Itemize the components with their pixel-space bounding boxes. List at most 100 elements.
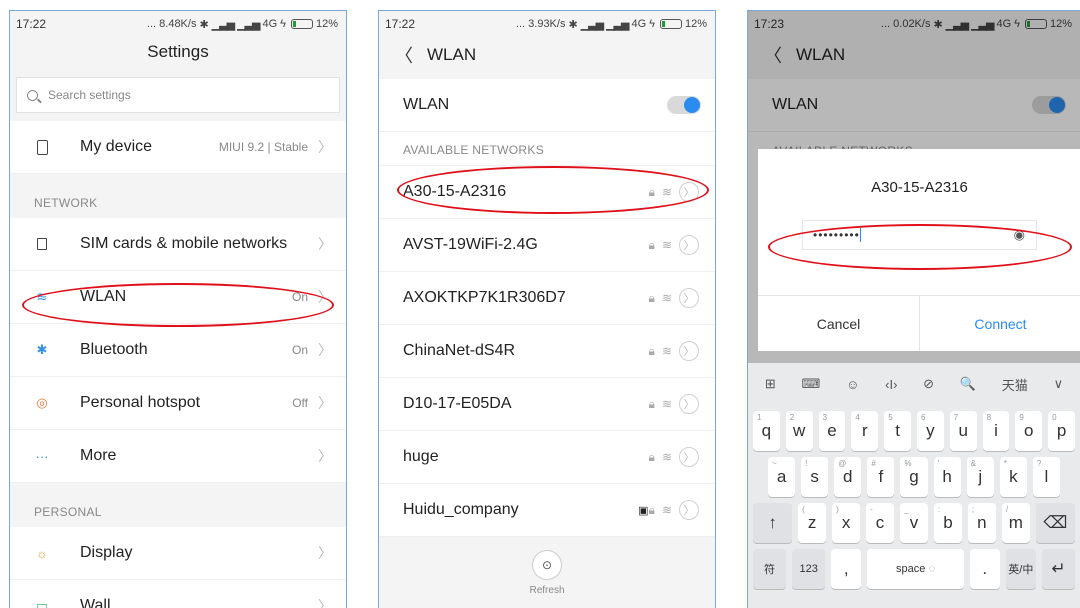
key-n[interactable]: ; n [967,503,996,543]
key-p[interactable]: 0p [1048,411,1075,451]
network-details-icon[interactable]: 〉 [679,288,699,308]
shift-key[interactable]: ↑ [753,503,793,543]
key-j[interactable]: & j [966,457,994,497]
network-name: ChinaNet-dS4R [403,342,516,359]
key-hint: _ [904,505,909,514]
network-item[interactable]: D10-17-E05DA 🔒︎ ≋ 〉 [379,378,715,431]
keyboard-toolbar-icon[interactable]: ⊘ [923,376,934,392]
network-list: A30-15-A2316 🔒︎ ≋ 〉 AVST-19WiFi-2.4G 🔒︎ ≋ 〉 AXOK… [379,166,715,537]
enter-key[interactable]: ↵ [1041,549,1075,589]
search-input[interactable]: Search settings [16,77,340,113]
network-item[interactable]: A30-15-A2316 🔒︎ ≋ 〉 [379,166,715,219]
network-item[interactable]: AXOKTKP7K1R306D7 🔒︎ ≋ 〉 [379,272,715,325]
backspace-key[interactable]: ⌫ [1035,503,1075,543]
keyboard-toolbar-icon[interactable]: ⌨ [802,376,821,392]
network-name: AVST-19WiFi-2.4G [403,236,538,253]
key-o[interactable]: 9o [1015,411,1043,451]
back-icon[interactable]: 〈 [395,42,413,68]
key-h[interactable]: ' h [933,457,961,497]
keyboard-toolbar-icon[interactable]: 天猫 [1002,375,1028,394]
numbers-key[interactable]: 123 [792,549,826,589]
cancel-button[interactable]: Cancel [758,296,920,351]
network-item[interactable]: Huidu_company ▣ 🔒︎ ≋ 〉 [379,484,715,537]
keyboard-toolbar-icon[interactable]: 🔍 [960,376,976,392]
key-hint: ! [805,459,808,468]
network-details-icon[interactable]: 〉 [679,394,699,414]
key-z[interactable]: (z [798,503,827,543]
bluetooth-icon: ✱ [36,342,48,357]
charging-icon: ϟ [649,18,655,30]
status-time: 17:22 [16,17,47,31]
network-name: Huidu_company [403,501,519,518]
key-c[interactable]: -c [866,503,894,543]
network-type: 4G [631,18,647,30]
chevron-right-icon: 〉 [318,598,332,608]
key-t[interactable]: 5t [884,411,911,451]
key-x[interactable]: ) x [832,503,861,543]
keyboard-toolbar-icon[interactable]: ∨ [1054,376,1064,392]
settings-item-hotspot[interactable]: ◎ Personal hotspot Off 〉 [10,377,346,430]
key-l[interactable]: ? l [1032,457,1060,497]
network-details-icon[interactable]: 〉 [679,500,699,520]
key-v[interactable]: _ v [900,503,928,543]
password-field[interactable]: ••••••••• ◉ [802,220,1037,250]
network-details-icon[interactable]: 〉 [679,447,699,467]
key-y[interactable]: 6y [916,411,944,451]
settings-item-more[interactable]: ··· More 〉 [10,430,346,483]
chevron-right-icon: 〉 [318,448,332,464]
key-b[interactable]: :b [933,503,962,543]
settings-item-wlan[interactable]: ≋ WLAN On 〉 [10,271,346,324]
settings-item-wallpaper[interactable]: ▭ Wall... 〉 [10,580,346,608]
key-q[interactable]: 1q [753,411,780,451]
wlan-screen: 17:22 ... 3.93K/s ✱ ▁▃▅ ▁▃▅ 4G ϟ 12% 〈 W… [378,10,716,608]
connect-button[interactable]: Connect [920,296,1080,351]
settings-item-sim[interactable]: SIM cards & mobile networks 〉 [10,218,346,271]
network-details-icon[interactable]: 〉 [679,341,699,361]
wallpaper-icon: ▭ [35,598,49,608]
refresh-button[interactable]: ⊙ Refresh [379,538,715,608]
key-u[interactable]: 7u [949,411,977,451]
key-d[interactable]: @ d [834,457,862,497]
keyboard-toolbar-icon[interactable]: ☺ [846,377,859,392]
keyboard-toolbar-icon[interactable]: ‹I› [885,377,897,392]
charging-icon: ϟ [280,18,286,30]
key-m[interactable]: / m [1001,503,1030,543]
key-s[interactable]: ! s [801,457,829,497]
show-password-eye-icon[interactable]: ◉ [1014,227,1026,243]
key-i[interactable]: 8i [982,411,1010,451]
key-hint: : [937,505,941,514]
lock-icon: 🔒︎ [648,184,655,199]
network-item[interactable]: AVST-19WiFi-2.4G 🔒︎ ≋ 〉 [379,219,715,272]
page-title: WLAN [427,45,477,64]
dialog-title: A30-15-A2316 [871,179,968,196]
space-key[interactable]: space ◌ [867,549,964,589]
key-hint: # [871,459,876,468]
settings-item-display[interactable]: ☼ Display 〉 [10,527,346,580]
chevron-right-icon: 〉 [318,139,332,155]
symbol-key[interactable]: 符 [753,549,787,589]
key-hint: 3 [822,413,828,422]
period-key[interactable]: . [969,549,1000,589]
settings-item-my-device[interactable]: My device MIUI 9.2 | Stable 〉 [10,121,346,174]
wlan-toggle-row[interactable]: WLAN [379,79,715,132]
comma-key[interactable]: , [831,549,862,589]
network-details-icon[interactable]: 〉 [679,235,699,255]
key-e[interactable]: 3e [818,411,846,451]
language-switch-key[interactable]: 英/中 [1005,549,1036,589]
key-hint: * [1003,459,1007,468]
network-item[interactable]: huge 🔒︎ ≋ 〉 [379,431,715,484]
network-details-icon[interactable]: 〉 [679,182,699,202]
wifi-signal-icon: ≋ [661,397,672,411]
wifi-icon: ≋ [36,289,48,304]
network-item[interactable]: ChinaNet-dS4R 🔒︎ ≋ 〉 [379,325,715,378]
keyboard-toolbar-icon[interactable]: ⊞ [765,376,776,392]
wlan-toggle[interactable] [667,96,701,114]
key-r[interactable]: 4r [851,411,879,451]
key-f[interactable]: # f [867,457,895,497]
key-a[interactable]: ~ a [768,457,796,497]
settings-item-bluetooth[interactable]: ✱ Bluetooth On 〉 [10,324,346,377]
key-k[interactable]: * k [999,457,1027,497]
key-g[interactable]: % g [900,457,928,497]
key-w[interactable]: 2w [785,411,813,451]
keyboard-toolbar: ⊞ ⌨ ☺ ‹I› ⊘ 🔍 天猫 ∨ [748,363,1080,405]
